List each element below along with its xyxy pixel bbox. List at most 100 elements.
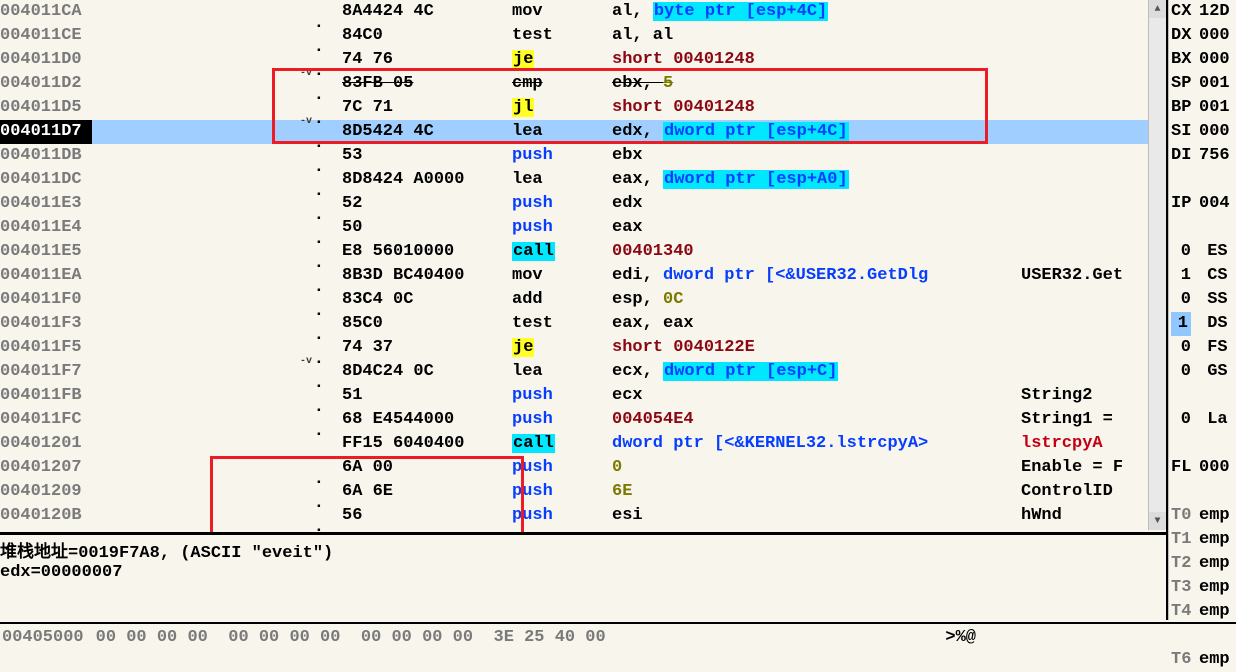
breakpoint-dot-icon[interactable]: . [314,180,324,204]
disassembly-pane[interactable]: 004011CA.8A4424 4Cmoval, byte ptr [esp+4… [0,0,1168,620]
breakpoint-dot-icon[interactable]: . [314,420,324,444]
breakpoint-dot-icon[interactable]: . [314,36,324,60]
register-row[interactable]: BX000 [1169,48,1236,72]
register-row[interactable]: SP001 [1169,72,1236,96]
breakpoint-dot-icon[interactable]: . [314,468,324,492]
breakpoint-dot-icon[interactable]: . [314,204,324,228]
register-row[interactable] [1169,216,1236,240]
operands-cell: dword ptr [<&KERNEL32.lstrcpyA> [612,432,1021,456]
bytes-cell: 8B3D BC40400 [342,264,512,288]
disasm-row[interactable]: 004011F7.8D4C24 0Cleaecx, dword ptr [esp… [0,360,1166,384]
breakpoint-dot-icon[interactable]: . [314,300,324,324]
register-row[interactable]: IP004 [1169,192,1236,216]
breakpoint-dot-icon[interactable]: . [314,252,324,276]
register-row[interactable] [1169,384,1236,408]
disasm-row[interactable]: 004011CA.8A4424 4Cmoval, byte ptr [esp+4… [0,0,1166,24]
comment-cell: lstrcpyA [1021,432,1166,456]
operands-cell: edx [612,192,1021,216]
disasm-row[interactable]: 004011F0.83C4 0Caddesp, 0C [0,288,1166,312]
bytes-cell: 8D5424 4C [342,120,512,144]
register-row[interactable] [1169,168,1236,192]
bytes-cell: 83FB 05 [342,72,512,96]
disasm-row[interactable]: 004011D5-v.7C 71jlshort 00401248 [0,96,1166,120]
registers-pane[interactable]: CX12DDX000BX000SP001BP001SI000DI756 IP004… [1168,0,1236,620]
register-row[interactable]: T3emp [1169,576,1236,600]
address-cell: 00401201 [0,432,92,456]
reg-value: 000 [1199,24,1230,48]
bytes-cell: 6A 6E [342,480,512,504]
disasm-row[interactable]: 0040120B.56pushesihWnd [0,504,1166,528]
register-row[interactable]: T0emp [1169,504,1236,528]
register-row[interactable]: T1emp [1169,528,1236,552]
mnemonic-cell: push [512,456,612,480]
register-row[interactable]: T6emp [1169,648,1236,672]
disasm-row[interactable]: 004011F3.85C0testeax, eax [0,312,1166,336]
register-row[interactable]: T2emp [1169,552,1236,576]
register-row[interactable]: 0 FS [1169,336,1236,360]
register-row[interactable] [1169,432,1236,456]
operands-cell: short 0040122E [612,336,1021,360]
memory-dump-bar[interactable]: 00405000 00 00 00 00 00 00 00 00 00 00 0… [0,622,1236,650]
disasm-row[interactable]: 004011EA.8B3D BC40400movedi, dword ptr [… [0,264,1166,288]
disasm-row[interactable]: 004011D0-v.74 76jeshort 00401248 [0,48,1166,72]
disasm-scrollbar[interactable]: ▲ ▼ [1148,0,1166,530]
scroll-up-icon[interactable]: ▲ [1149,0,1166,18]
breakpoint-dot-icon[interactable]: . [314,348,324,372]
register-row[interactable]: 0 La [1169,408,1236,432]
breakpoint-dot-icon[interactable]: . [314,12,324,36]
register-row[interactable]: SI000 [1169,120,1236,144]
disasm-row[interactable]: 004011CE.84C0testal, al [0,24,1166,48]
fpu-value: emp [1199,600,1230,624]
breakpoint-dot-icon[interactable]: . [314,84,324,108]
disasm-row[interactable]: 004011D2.83FB 05cmpebx, 5 [0,72,1166,96]
mnemonic-cell: lea [512,168,612,192]
register-row[interactable]: DX000 [1169,24,1236,48]
disasm-row[interactable]: 004011DC.8D8424 A0000leaeax, dword ptr [… [0,168,1166,192]
breakpoint-dot-icon[interactable]: . [314,228,324,252]
disasm-row[interactable]: 00401209.6A 6Epush6EControlID [0,480,1166,504]
disasm-row[interactable]: 004011F5-v.74 37jeshort 0040122E [0,336,1166,360]
fpu-value: emp [1199,648,1230,672]
register-row[interactable]: CX12D [1169,0,1236,24]
register-row[interactable]: 0 ES [1169,240,1236,264]
breakpoint-dot-icon[interactable]: . [314,444,324,468]
breakpoint-dot-icon[interactable]: . [314,396,324,420]
breakpoint-dot-icon[interactable]: . [314,276,324,300]
disasm-row[interactable]: 004011FC.68 E4544000push004054E4String1 … [0,408,1166,432]
disasm-row[interactable]: 00401201.FF15 6040400calldword ptr [<&KE… [0,432,1166,456]
seg-name: FS [1197,336,1228,360]
mnemonic-cell: push [512,216,612,240]
register-row[interactable]: 0 SS [1169,288,1236,312]
register-row[interactable]: 1 DS [1169,312,1236,336]
disasm-row[interactable]: 004011E4.50pusheax [0,216,1166,240]
disasm-row[interactable]: 004011DB.53pushebx [0,144,1166,168]
breakpoint-dot-icon[interactable]: . [314,60,324,84]
register-row[interactable]: DI756 [1169,144,1236,168]
breakpoint-dot-icon[interactable]: . [314,492,324,516]
breakpoint-dot-icon[interactable]: . [314,372,324,396]
breakpoint-dot-icon[interactable]: . [314,324,324,348]
disasm-row[interactable]: 00401207.6A 00push0Enable = F [0,456,1166,480]
bytes-cell: 84C0 [342,24,512,48]
bytes-cell: 85C0 [342,312,512,336]
operands-cell: al, byte ptr [esp+4C] [612,0,1021,24]
register-row[interactable]: T4emp [1169,600,1236,624]
register-row[interactable] [1169,480,1236,504]
seg-index: 0 [1171,336,1191,360]
address-cell: 004011D5 [0,96,92,120]
bytes-cell: 8D4C24 0C [342,360,512,384]
register-row[interactable]: BP001 [1169,96,1236,120]
scroll-down-icon[interactable]: ▼ [1149,512,1166,530]
disasm-row[interactable]: 004011E3.52pushedx [0,192,1166,216]
fpu-value: emp [1199,552,1230,576]
disasm-row[interactable]: 004011E5.E8 56010000call00401340 [0,240,1166,264]
breakpoint-dot-icon[interactable]: . [314,132,324,156]
register-row[interactable]: 0 GS [1169,360,1236,384]
register-row[interactable]: FL000 [1169,456,1236,480]
register-row[interactable]: 1 CS [1169,264,1236,288]
hint-pane: 堆栈地址=0019F7A8, (ASCII "eveit") edx=00000… [0,532,1166,620]
disasm-row[interactable]: 004011D7.8D5424 4Cleaedx, dword ptr [esp… [0,120,1166,144]
breakpoint-dot-icon[interactable]: . [314,108,324,132]
breakpoint-dot-icon[interactable]: . [314,156,324,180]
disasm-row[interactable]: 004011FB.51pushecxString2 [0,384,1166,408]
